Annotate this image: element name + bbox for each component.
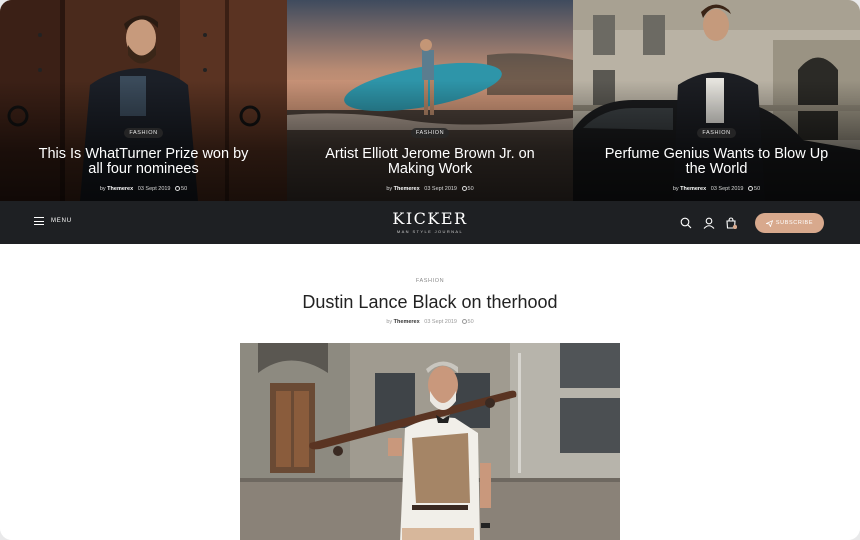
comment-icon [461,186,467,191]
featured-article: FASHION Dustin Lance Black on therhood b… [0,244,860,540]
meta-comments[interactable]: 50 [181,186,187,192]
user-icon[interactable] [703,217,715,229]
meta-author[interactable]: Themerex [394,186,420,192]
hero-meta: by Themerex 03 Sept 2019 50 [0,186,287,192]
subscribe-label: SUBSCRIBE [775,220,814,226]
article-category[interactable]: FASHION [0,278,860,284]
meta-by: by [386,319,393,325]
hero-card-2[interactable]: FASHION Artist Elliott Jerome Brown Jr. … [287,0,573,201]
meta-date: 03 Sept 2019 [710,186,744,192]
meta-date: 03 Sept 2019 [137,186,171,192]
hero-strip: FASHION This Is WhatTurner Prize won by … [0,0,860,201]
meta-date: 03 Sept 2019 [424,319,457,325]
page: FASHION This Is WhatTurner Prize won by … [0,0,860,540]
article-title[interactable]: Dustin Lance Black on therhood [0,292,860,313]
meta-comments[interactable]: 50 [468,319,474,325]
meta-by: by [386,186,394,192]
hero-title[interactable]: This Is WhatTurner Prize won by all four… [0,147,287,177]
article-meta: by Themerex 03 Sept 2019 50 [0,319,860,325]
search-icon[interactable] [680,217,692,229]
comment-icon [748,186,754,191]
hero-meta: by Themerex 03 Sept 2019 50 [573,186,860,192]
meta-author[interactable]: Themerex [107,186,133,192]
hero-category-tag[interactable]: FASHION [410,128,450,138]
comment-icon [175,186,181,191]
comment-icon [461,319,467,324]
article-image[interactable] [240,343,620,540]
main-nav: MENU KICKER MAN STYLE JOURNAL [0,201,860,244]
hero-card-1[interactable]: FASHION This Is WhatTurner Prize won by … [0,0,287,201]
subscribe-button[interactable]: SUBSCRIBE [755,213,824,233]
hero-card-3[interactable]: FASHION Perfume Genius Wants to Blow Up … [573,0,860,201]
cart-icon[interactable] [725,217,737,229]
hero-category-tag[interactable]: FASHION [124,128,163,138]
hero-title[interactable]: Perfume Genius Wants to Blow Up the Worl… [573,147,860,177]
meta-comments[interactable]: 50 [468,186,474,192]
hero-info-3: FASHION Perfume Genius Wants to Blow Up … [573,121,860,192]
hero-title[interactable]: Artist Elliott Jerome Brown Jr. on Makin… [287,147,573,177]
hero-meta: by Themerex 03 Sept 2019 50 [287,186,573,192]
hero-category-tag[interactable]: FASHION [697,128,736,138]
meta-author[interactable]: Themerex [394,319,420,325]
meta-comments[interactable]: 50 [754,186,760,192]
meta-author[interactable]: Themerex [680,186,706,192]
send-icon [765,219,773,227]
hero-info-2: FASHION Artist Elliott Jerome Brown Jr. … [287,121,573,192]
logo-tagline: MAN STYLE JOURNAL [396,229,464,234]
hero-info-1: FASHION This Is WhatTurner Prize won by … [0,121,287,192]
meta-date: 03 Sept 2019 [424,186,457,192]
